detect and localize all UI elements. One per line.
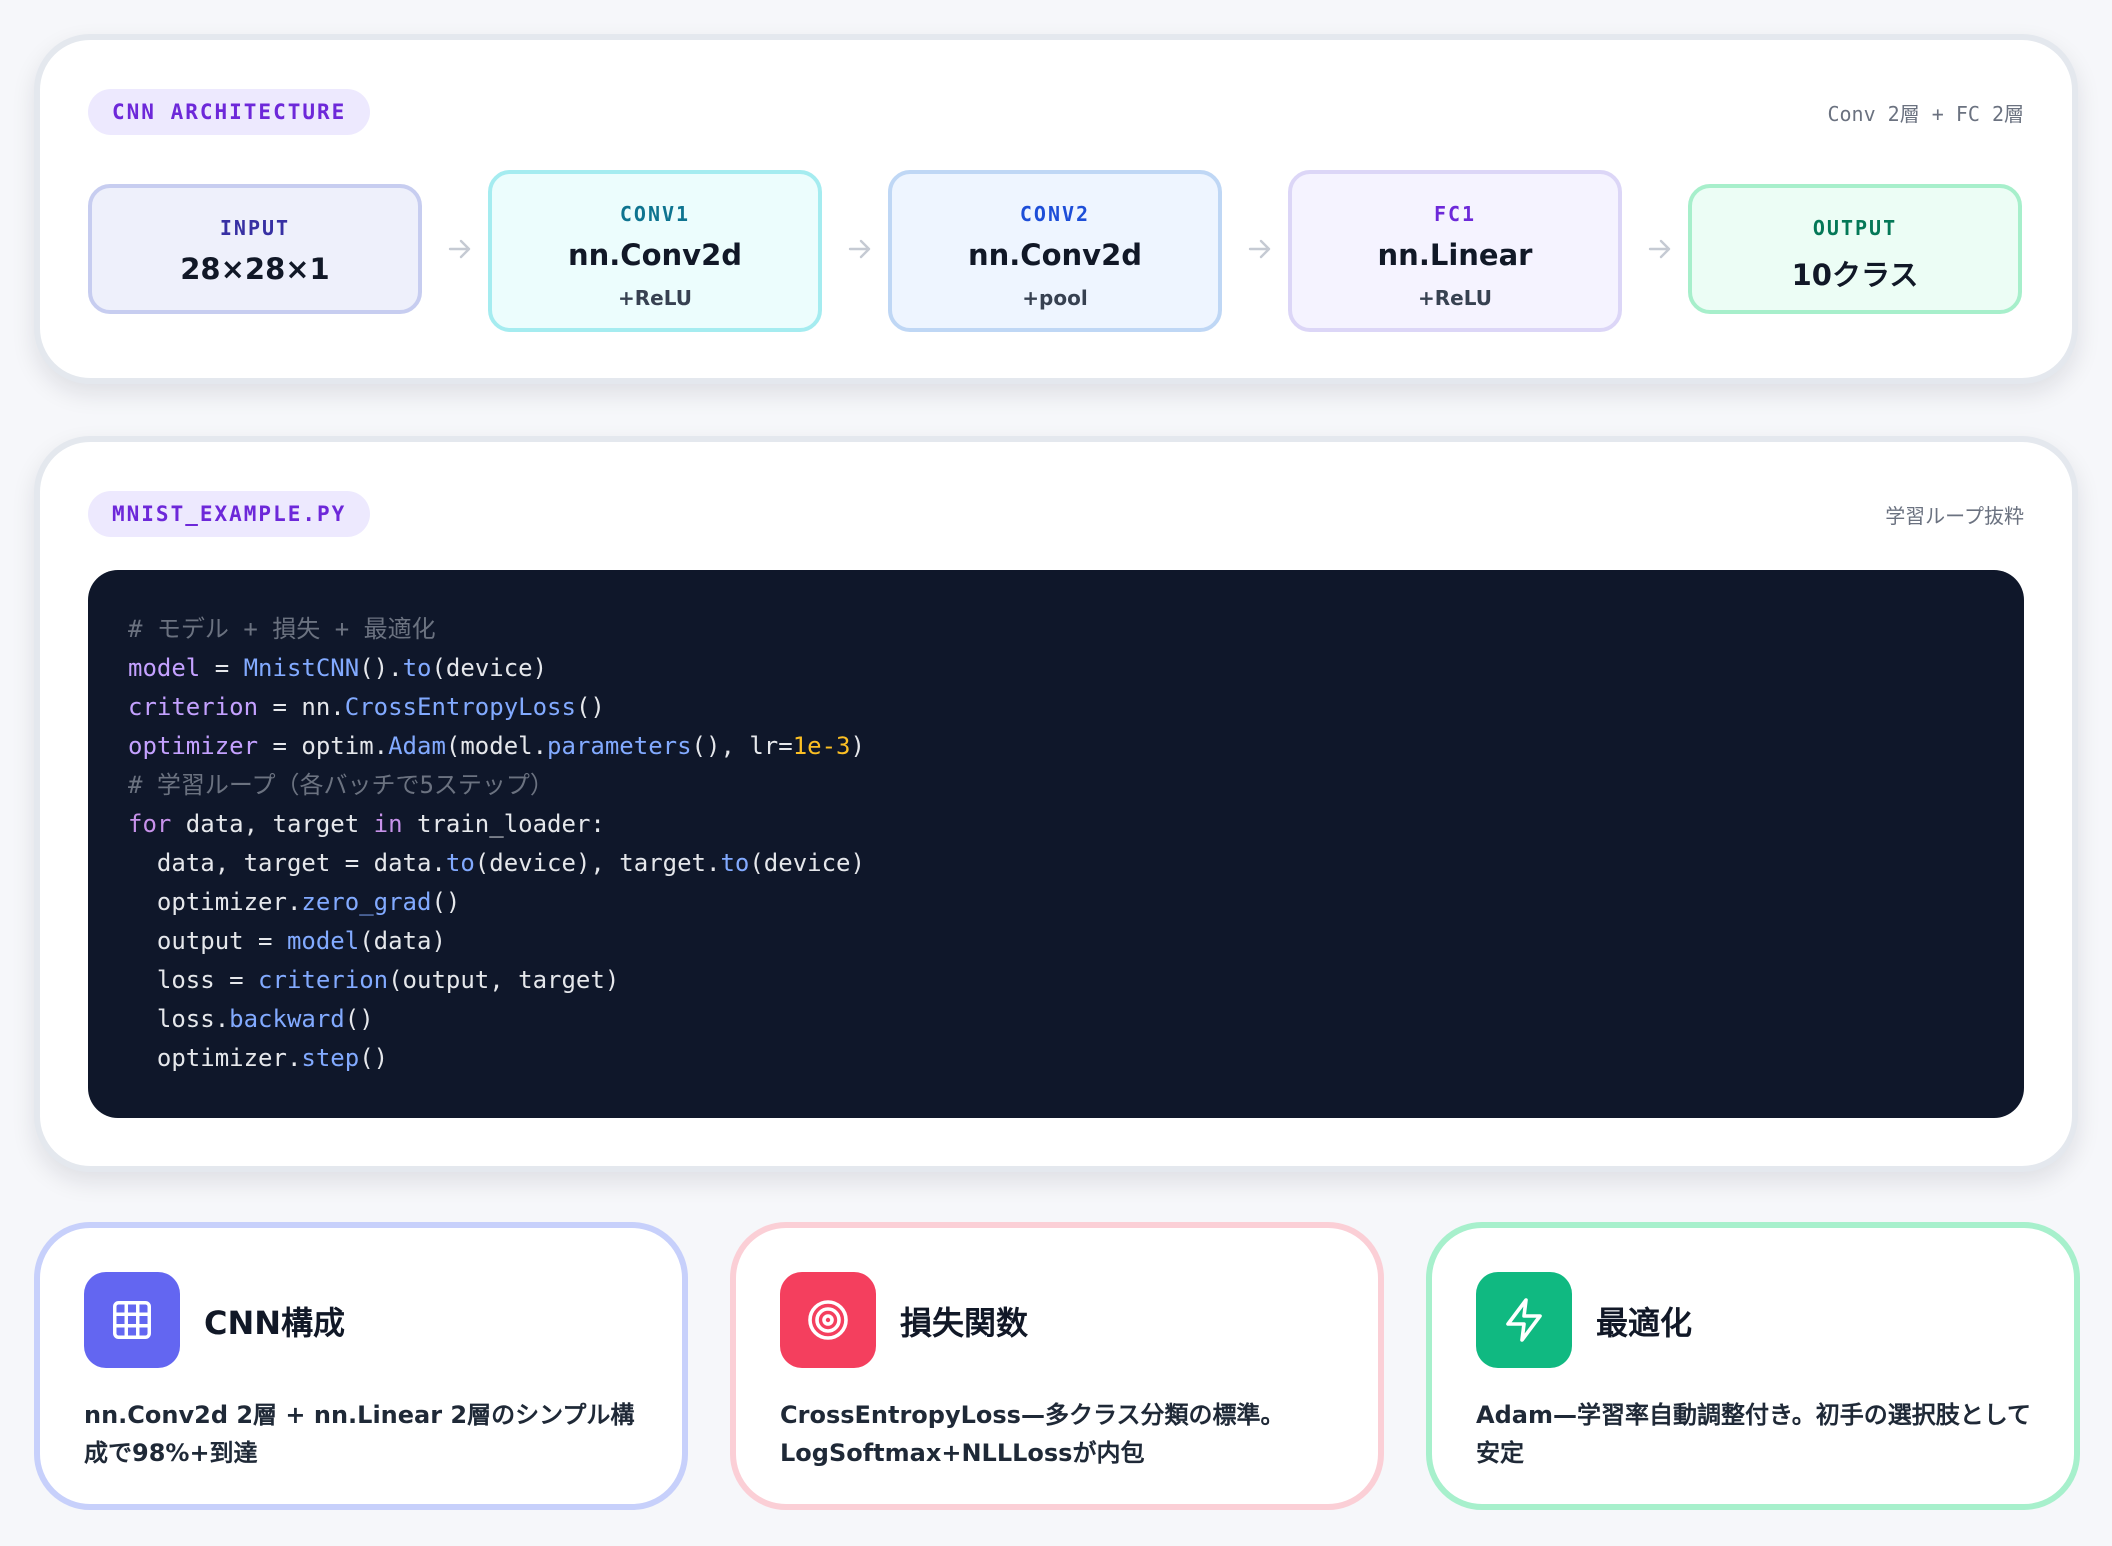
stage-sub: +pool: [1022, 286, 1088, 310]
feature-desc: CrossEntropyLoss—多クラス分類の標準。LogSoftmax+NL…: [780, 1401, 1285, 1467]
stage-main: 28×28×1: [180, 252, 330, 286]
code-line: optimizer.zero_grad(): [128, 888, 461, 916]
code-line: model = MnistCNN().to(device): [128, 654, 548, 682]
stage-label: CONV1: [619, 202, 691, 226]
stage-main: nn.Conv2d: [568, 238, 742, 272]
stage-sub: +ReLU: [1418, 286, 1492, 310]
code-line: optimizer = optim.Adam(model.parameters(…: [128, 732, 865, 760]
code-line: for data, target in train_loader:: [128, 810, 605, 838]
stage-label: FC1: [1433, 202, 1477, 226]
arrow-right-icon: [1248, 239, 1271, 259]
stage-main: 10クラス: [1791, 258, 1919, 292]
lightning-icon: [1476, 1272, 1572, 1368]
arrow-right-icon: [448, 239, 471, 259]
code-line: # 学習ループ（各バッチで5ステップ）: [128, 771, 554, 799]
stage-sub: +ReLU: [618, 286, 692, 310]
code-line: output = model(data): [128, 927, 446, 955]
target-icon: [780, 1272, 876, 1368]
code-card: MNIST_EXAMPLE.PY 学習ループ抜粋 # モデル + 損失 + 最適…: [34, 436, 2078, 1172]
stage-label: CONV2: [1019, 202, 1091, 226]
arrow-right-icon: [1648, 239, 1671, 259]
feature-title: 最適化: [1596, 1304, 1693, 1342]
architecture-badge: CNN ARCHITECTURE: [88, 89, 371, 135]
code-line: optimizer.step(): [128, 1044, 389, 1072]
code-line: loss.backward(): [128, 1005, 374, 1033]
code-line: data, target = data.to(device), target.t…: [128, 849, 865, 877]
code-caption: 学習ループ抜粋: [1885, 504, 2024, 528]
stage-conv2: CONV2 nn.Conv2d +pool: [888, 170, 1222, 332]
feature-title: 損失関数: [900, 1304, 1029, 1342]
feature-card-loss: 損失関数 CrossEntropyLoss—多クラス分類の標準。LogSoftm…: [730, 1222, 1384, 1510]
stage-output: OUTPUT 10クラス: [1688, 184, 2022, 314]
stage-main: nn.Conv2d: [968, 238, 1142, 272]
arrow-right-icon: [848, 239, 871, 259]
code-file-badge: MNIST_EXAMPLE.PY: [88, 491, 371, 537]
feature-desc: nn.Conv2d 2層 + nn.Linear 2層のシンプル構成で98%+到…: [84, 1401, 635, 1467]
stage-label: OUTPUT: [1812, 216, 1898, 240]
architecture-card: CNN ARCHITECTURE Conv 2層 + FC 2層 INPUT 2…: [34, 34, 2078, 384]
stage-main: nn.Linear: [1377, 238, 1533, 272]
feature-desc: Adam—学習率自動調整付き。初手の選択肢として安定: [1476, 1401, 2032, 1467]
feature-title: CNN構成: [204, 1304, 346, 1342]
feature-card-optimizer: 最適化 Adam—学習率自動調整付き。初手の選択肢として安定: [1426, 1222, 2080, 1510]
architecture-summary: Conv 2層 + FC 2層: [1827, 102, 2024, 126]
stage-conv1: CONV1 nn.Conv2d +ReLU: [488, 170, 822, 332]
grid-icon: [84, 1272, 180, 1368]
feature-card-cnn: CNN構成 nn.Conv2d 2層 + nn.Linear 2層のシンプル構成…: [34, 1222, 688, 1510]
code-line: loss = criterion(output, target): [128, 966, 620, 994]
stage-label: INPUT: [219, 216, 291, 240]
code-block[interactable]: # モデル + 損失 + 最適化 model = MnistCNN().to(de…: [88, 570, 2024, 1118]
code-line: criterion = nn.CrossEntropyLoss(): [128, 693, 605, 721]
code-line: # モデル + 損失 + 最適化: [128, 615, 436, 643]
stage-input: INPUT 28×28×1: [88, 184, 422, 314]
stage-fc1: FC1 nn.Linear +ReLU: [1288, 170, 1622, 332]
